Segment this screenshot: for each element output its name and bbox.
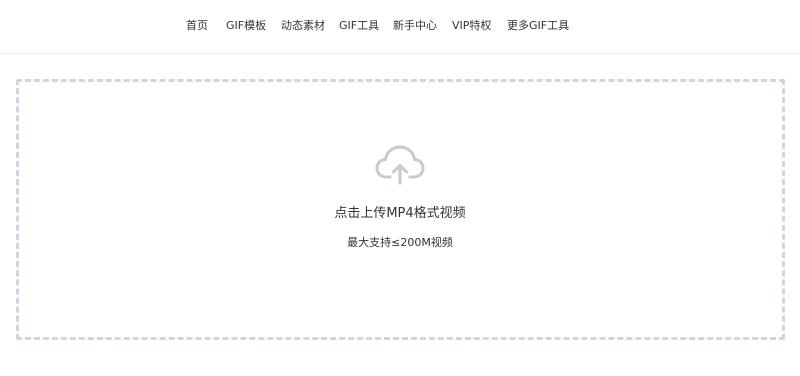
upload-title: 点击上传MP4格式视频 (334, 206, 466, 221)
nav-item-dynamic-materials[interactable]: 动态素材 (281, 19, 325, 33)
nav-item-beginner-center[interactable]: 新手中心 (393, 19, 437, 33)
nav-item-gif-tools[interactable]: GIF工具 (339, 19, 379, 33)
main-nav: 首页 GIF模板 动态素材 GIF工具 新手中心 VIP特权 更多GIF工具 (0, 0, 800, 53)
nav-item-gif-templates[interactable]: GIF模板 (226, 19, 266, 33)
nav-item-more-gif-tools[interactable]: 更多GIF工具 (507, 19, 569, 33)
cloud-upload-icon[interactable] (374, 143, 426, 187)
upload-size-limit: 最大支持≤200M视频 (347, 236, 453, 249)
top-header: 首页 GIF模板 动态素材 GIF工具 新手中心 VIP特权 更多GIF工具 (0, 0, 800, 54)
nav-item-home[interactable]: 首页 (186, 19, 208, 33)
nav-item-vip[interactable]: VIP特权 (452, 19, 491, 33)
